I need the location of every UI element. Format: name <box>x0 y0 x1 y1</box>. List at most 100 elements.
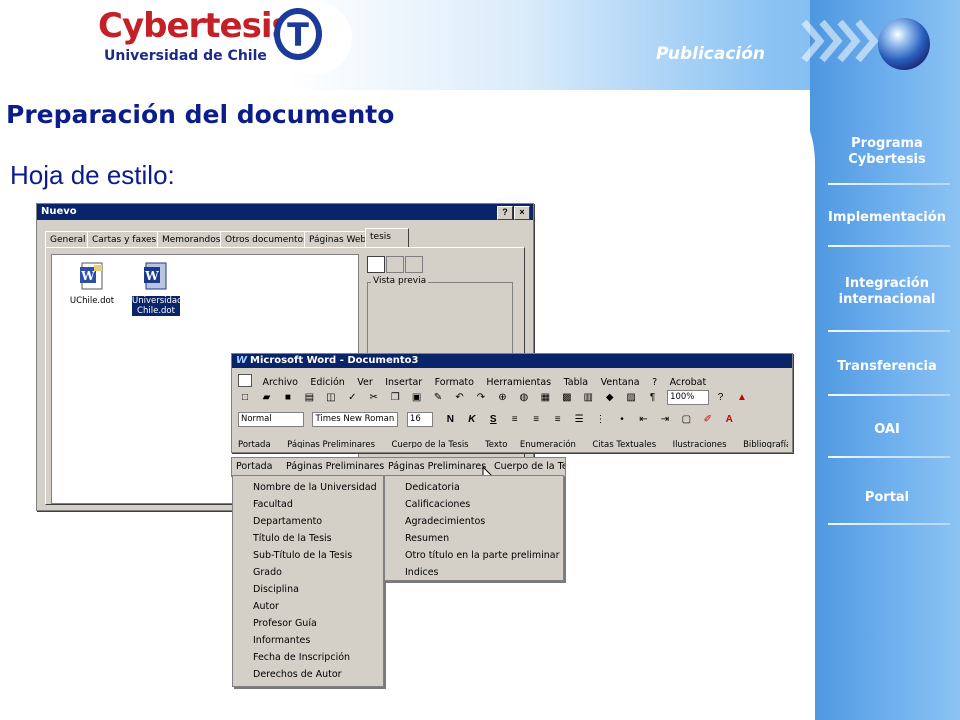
tb-texto[interactable]: Texto <box>485 440 507 448</box>
nav-implementacion[interactable]: Implementación <box>818 210 956 226</box>
tab-general[interactable]: General <box>45 231 91 248</box>
excel-icon[interactable]: ▩ <box>560 391 574 405</box>
menu-paginas-preliminares-open[interactable]: Páginas Preliminares <box>388 461 486 472</box>
menu-item[interactable]: Informantes <box>233 632 383 649</box>
cut-icon[interactable]: ✂ <box>367 391 381 405</box>
menu-archivo[interactable]: Archivo <box>262 377 298 388</box>
menu-edicion[interactable]: Edición <box>310 377 344 388</box>
menu-ventana[interactable]: Ventana <box>601 377 640 388</box>
style-select[interactable]: Normal <box>238 412 304 428</box>
tab-memorandos[interactable]: Memorandos <box>157 231 226 248</box>
print-icon[interactable]: ▤ <box>302 391 316 405</box>
file-item-selected[interactable]: W Universidad Chile.dot <box>126 261 186 316</box>
tb-citas-textuales[interactable]: Citas Textuales <box>592 440 656 448</box>
spelling-icon[interactable]: ✓ <box>345 391 359 405</box>
list-view-button[interactable] <box>386 256 404 273</box>
menu-item[interactable]: Grado <box>233 564 383 581</box>
paragraph-icon[interactable]: ¶ <box>646 391 660 405</box>
menu-herramientas[interactable]: Herramientas <box>486 377 551 388</box>
decrease-indent-icon[interactable]: ⇤ <box>636 413 650 427</box>
menu-portada[interactable]: Portada <box>236 461 273 472</box>
menu-item[interactable]: Sub-Título de la Tesis <box>233 547 383 564</box>
paste-icon[interactable]: ▣ <box>410 391 424 405</box>
menu-item[interactable]: Dedicatoria <box>385 479 563 496</box>
close-button[interactable]: × <box>514 206 530 220</box>
menu-item[interactable]: Profesor Guía <box>233 615 383 632</box>
highlight-icon[interactable]: ✐ <box>701 413 715 427</box>
bold-button[interactable]: N <box>443 413 457 427</box>
underline-button[interactable]: S <box>486 413 500 427</box>
dialog-title: Nuevo <box>41 206 77 217</box>
file-item[interactable]: W UChile.dot <box>62 261 122 306</box>
menu-item[interactable]: Facultad <box>233 496 383 513</box>
nav-programa-cybertesis[interactable]: Programa Cybertesis <box>818 136 956 168</box>
menu-acrobat[interactable]: Acrobat <box>670 377 707 388</box>
nav-oai[interactable]: OAI <box>818 422 956 438</box>
menu-help[interactable]: ? <box>652 377 657 388</box>
size-select[interactable]: 16 <box>406 412 433 428</box>
menu-item[interactable]: Calificaciones <box>385 496 563 513</box>
menu-insertar[interactable]: Insertar <box>385 377 422 388</box>
font-select[interactable]: Times New Roman <box>312 412 399 428</box>
menu-item[interactable]: Indices <box>385 564 563 581</box>
copy-icon[interactable]: ❐ <box>388 391 402 405</box>
menu-ver[interactable]: Ver <box>357 377 373 388</box>
menu-item[interactable]: Resumen <box>385 530 563 547</box>
menu-item[interactable]: Agradecimientos <box>385 513 563 530</box>
menu-item[interactable]: Autor <box>233 598 383 615</box>
details-view-button[interactable] <box>405 256 423 273</box>
menu-item[interactable]: Otro título en la parte preliminar <box>385 547 563 564</box>
borders-icon[interactable]: ▢ <box>679 413 693 427</box>
menu-item[interactable]: Disciplina <box>233 581 383 598</box>
tab-tesis[interactable]: tesis <box>365 228 409 248</box>
bullets-icon[interactable]: • <box>615 413 629 427</box>
tb-portada[interactable]: Portada <box>238 440 271 448</box>
increase-indent-icon[interactable]: ⇥ <box>658 413 672 427</box>
menu-item[interactable]: Título de la Tesis <box>233 530 383 547</box>
menu-item[interactable]: Fecha de Inscripción <box>233 649 383 666</box>
tb-cuerpo-tesis[interactable]: Cuerpo de la Tesis <box>391 440 468 448</box>
nav-transferencia[interactable]: Transferencia <box>818 359 956 375</box>
font-color-icon[interactable]: A <box>722 413 736 427</box>
columns-icon[interactable]: ▥ <box>581 391 595 405</box>
new-icon[interactable]: □ <box>238 391 252 405</box>
align-right-icon[interactable]: ≡ <box>551 413 565 427</box>
align-left-icon[interactable]: ≡ <box>508 413 522 427</box>
tb-enumeracion[interactable]: Enumeración <box>520 440 576 448</box>
print-preview-icon[interactable]: ◫ <box>324 391 338 405</box>
tb-ilustraciones[interactable]: Ilustraciones <box>673 440 727 448</box>
menu-formato[interactable]: Formato <box>435 377 474 388</box>
numbering-icon[interactable]: ⋮ <box>594 413 608 427</box>
menu-cuerpo-tesis[interactable]: Cuerpo de la Tesi <box>494 461 565 472</box>
menu-item[interactable]: Departamento <box>233 513 383 530</box>
acrobat-icon[interactable]: ▲ <box>735 391 749 405</box>
save-icon[interactable]: ■ <box>281 391 295 405</box>
tab-cartas-y-faxes[interactable]: Cartas y faxes <box>87 231 162 248</box>
format-painter-icon[interactable]: ✎ <box>431 391 445 405</box>
hyperlink-icon[interactable]: ⊕ <box>495 391 509 405</box>
menu-paginas-preliminares[interactable]: Páginas Preliminares <box>286 461 384 472</box>
tb-paginas-preliminares[interactable]: Páginas Preliminares <box>287 440 375 448</box>
menu-item[interactable]: Nombre de la Universidad <box>233 479 383 496</box>
open-icon[interactable]: ▰ <box>259 391 273 405</box>
align-center-icon[interactable]: ≡ <box>529 413 543 427</box>
redo-icon[interactable]: ↷ <box>474 391 488 405</box>
tb-bibliografia-anexos[interactable]: Bibliografía y Anexos <box>743 440 788 448</box>
drawing-icon[interactable]: ◆ <box>603 391 617 405</box>
web-icon[interactable]: ◍ <box>517 391 531 405</box>
menu-item[interactable]: Derechos de Autor <box>233 666 383 683</box>
tab-otros-documentos[interactable]: Otros documentos <box>220 231 313 248</box>
help-icon[interactable]: ? <box>714 391 728 405</box>
tab-paginas-web[interactable]: Páginas Web <box>304 231 372 248</box>
undo-icon[interactable]: ↶ <box>453 391 467 405</box>
italic-button[interactable]: K <box>465 413 479 427</box>
table-icon[interactable]: ▦ <box>538 391 552 405</box>
nav-portal[interactable]: Portal <box>818 490 956 506</box>
help-button[interactable]: ? <box>497 206 513 220</box>
large-icons-view-button[interactable] <box>367 256 385 273</box>
menu-tabla[interactable]: Tabla <box>564 377 589 388</box>
justify-icon[interactable]: ☰ <box>572 413 586 427</box>
doc-map-icon[interactable]: ▨ <box>624 391 638 405</box>
zoom-select[interactable]: 100% <box>667 390 710 406</box>
nav-integracion-internacional[interactable]: Integración internacional <box>818 276 956 308</box>
